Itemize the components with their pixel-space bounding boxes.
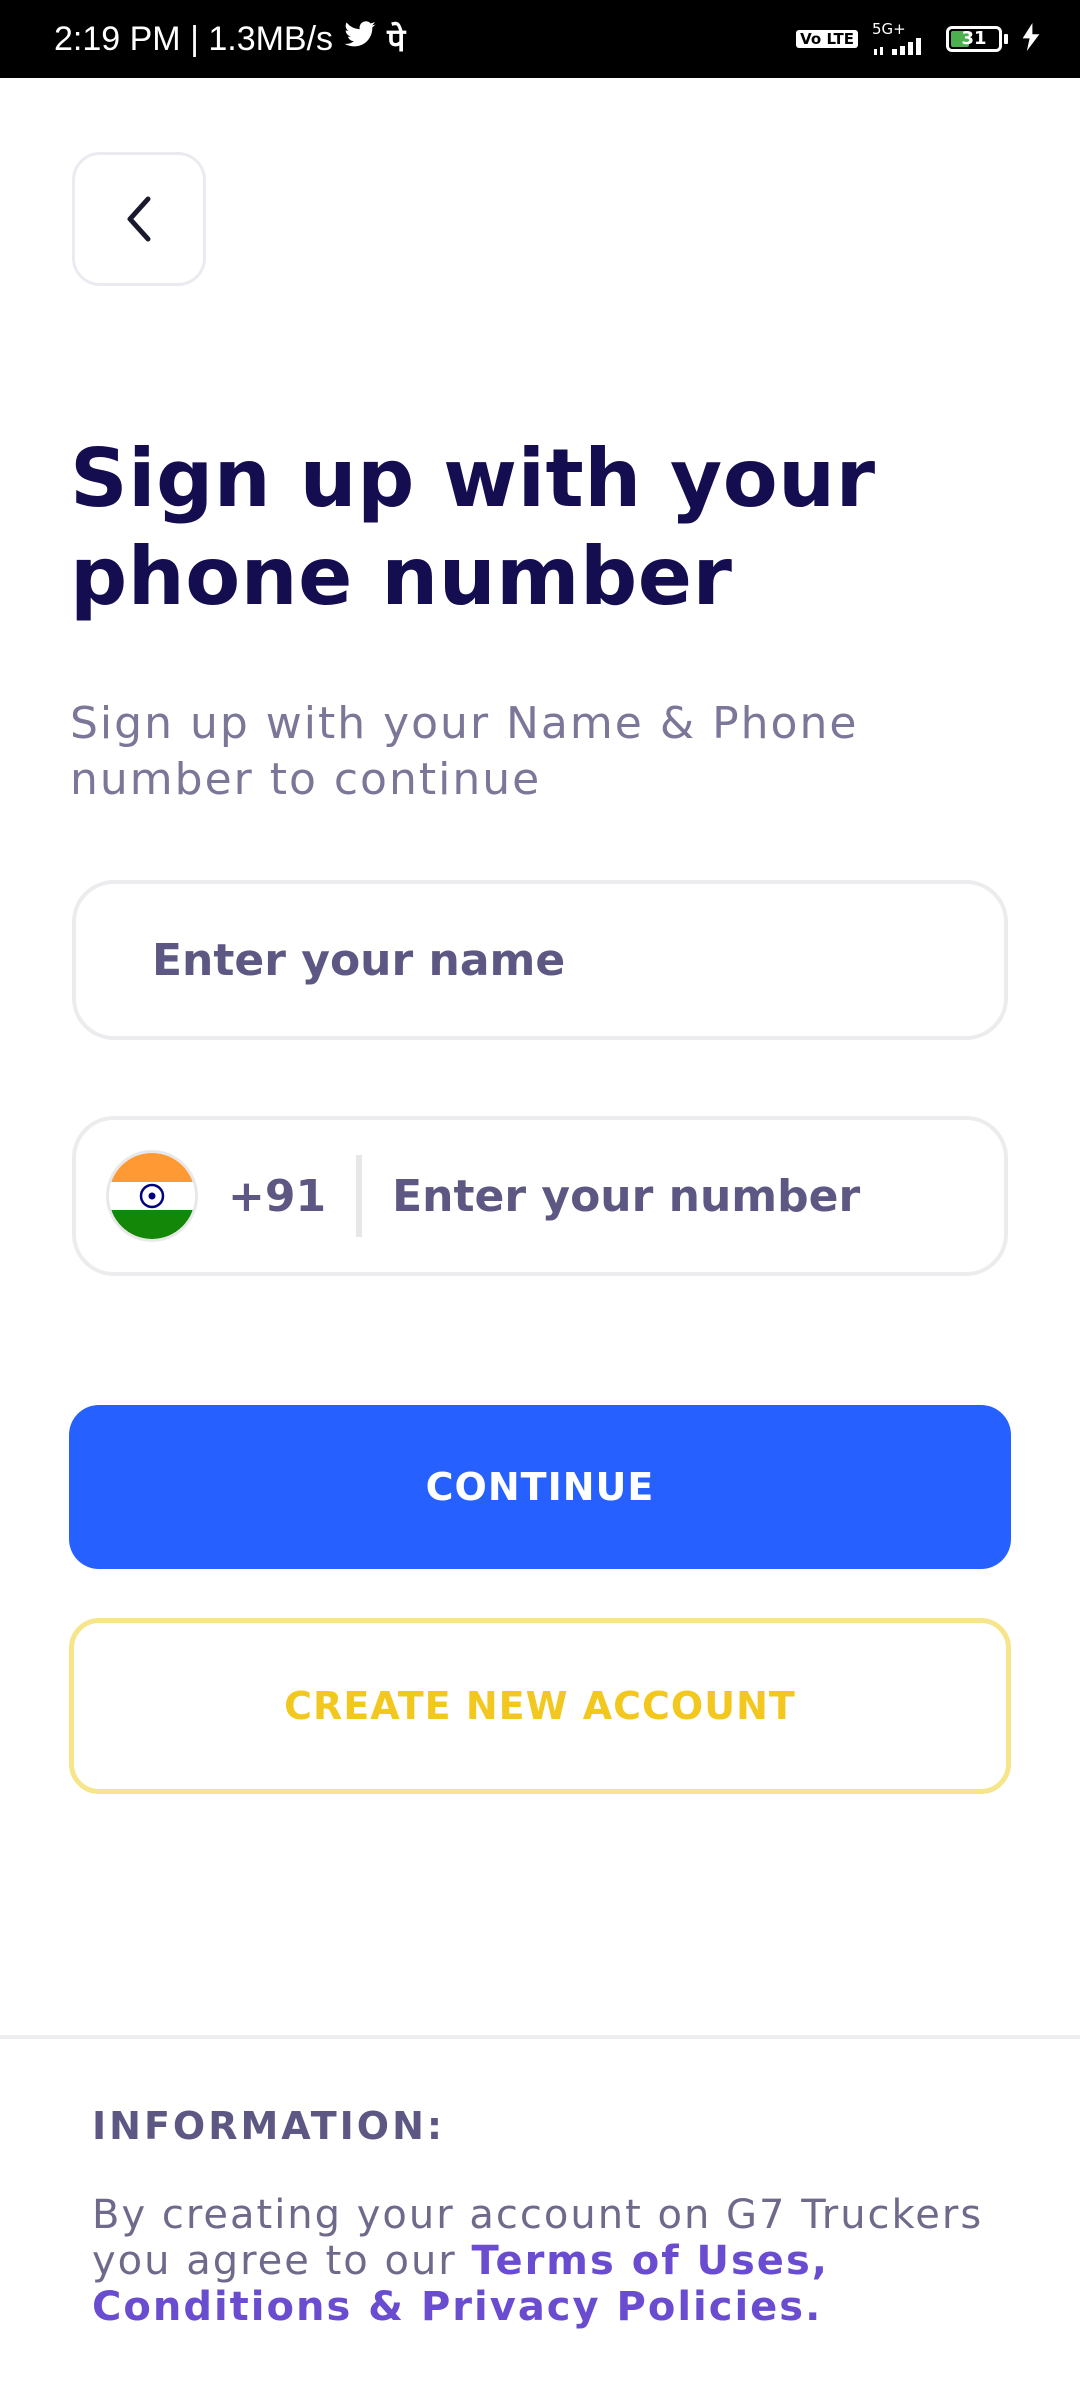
- continue-button[interactable]: CONTINUE: [69, 1405, 1011, 1569]
- signal-group: 5G+: [872, 19, 932, 57]
- name-field[interactable]: [72, 880, 1008, 1040]
- status-right: Vo LTE 5G+ 31: [796, 19, 1040, 57]
- battery-icon: 31: [946, 26, 1008, 52]
- field-divider: [356, 1155, 363, 1237]
- create-account-button[interactable]: CREATE NEW ACCOUNT: [69, 1618, 1011, 1794]
- name-input[interactable]: [150, 933, 1004, 987]
- signal-icon: [874, 37, 921, 55]
- page-title: Sign up with your phone number: [70, 432, 876, 623]
- network-type: 5G+: [872, 19, 906, 38]
- country-code[interactable]: +91: [228, 1171, 326, 1222]
- status-left: 2:19 PM | 1.3MB/s पे: [54, 18, 405, 61]
- information-heading: INFORMATION:: [92, 2104, 446, 2148]
- phone-field[interactable]: +91: [72, 1116, 1008, 1276]
- status-time-speed: 2:19 PM | 1.3MB/s: [54, 19, 334, 58]
- information-text: By creating your account on G7 Truckers …: [92, 2192, 1012, 2330]
- page-subtitle: Sign up with your Name & Phone number to…: [70, 698, 859, 805]
- back-button[interactable]: [72, 152, 206, 286]
- volte-icon: Vo LTE: [796, 30, 858, 48]
- india-flag-icon: [106, 1150, 198, 1242]
- status-bar: 2:19 PM | 1.3MB/s पे Vo LTE 5G+ 31: [0, 0, 1080, 78]
- phonepe-icon: पे: [387, 21, 406, 58]
- phone-input[interactable]: [390, 1169, 1004, 1223]
- footer-divider: [0, 2035, 1080, 2039]
- charging-icon: [1022, 23, 1040, 55]
- chevron-left-icon: [127, 196, 151, 242]
- battery-level: 31: [961, 28, 987, 49]
- twitter-icon: [343, 20, 377, 59]
